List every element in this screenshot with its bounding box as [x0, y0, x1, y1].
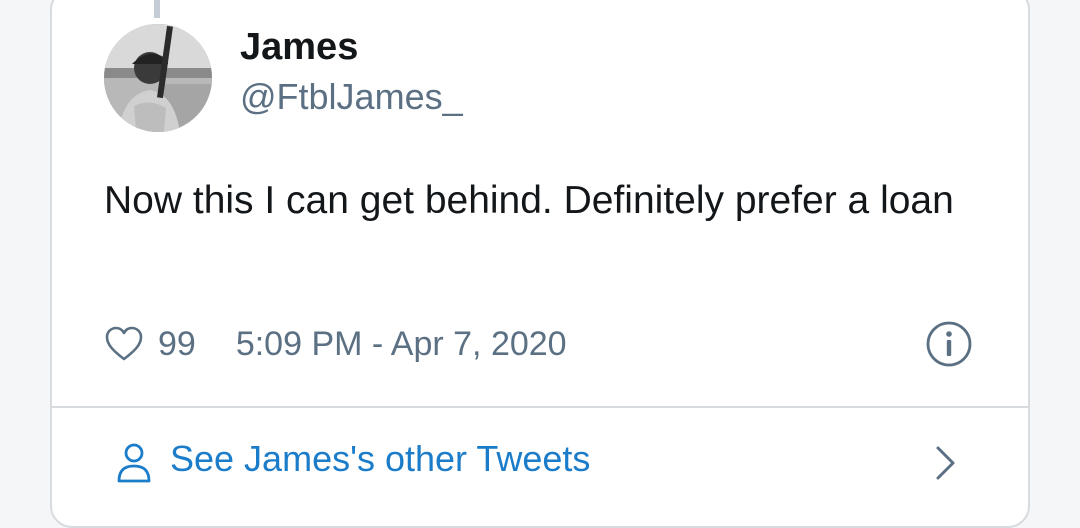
author-handle[interactable]: @FtblJames_	[240, 76, 463, 118]
tweet-timestamp[interactable]: 5:09 PM - Apr 7, 2020	[236, 325, 567, 364]
author-name[interactable]: James	[240, 26, 358, 69]
info-icon[interactable]	[924, 319, 974, 369]
chevron-right-icon	[936, 446, 955, 480]
avatar-photo	[104, 24, 212, 132]
see-other-tweets-label: See James's other Tweets	[170, 438, 591, 479]
person-icon	[117, 443, 151, 483]
tweet-text: Now this I can get behind. Definitely pr…	[104, 179, 954, 222]
see-other-tweets-link[interactable]: See James's other Tweets	[52, 408, 1028, 510]
like-count: 99	[158, 324, 196, 363]
avatar[interactable]	[104, 24, 212, 132]
heart-icon[interactable]	[104, 324, 144, 364]
tweet-meta-row: 99 5:09 PM - Apr 7, 2020	[104, 318, 974, 370]
thread-connector-line	[154, 0, 160, 18]
